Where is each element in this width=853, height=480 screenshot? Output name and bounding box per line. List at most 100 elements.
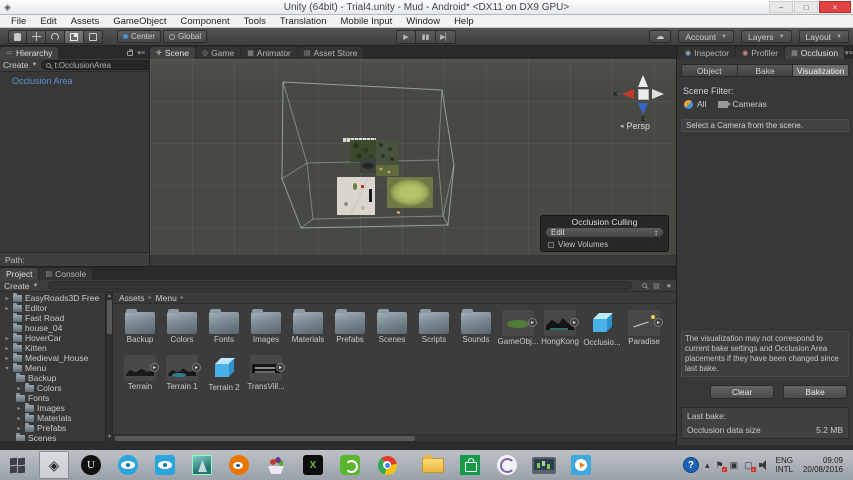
menu-item-assets[interactable]: Assets bbox=[64, 16, 107, 27]
scene-object-dark-quad[interactable] bbox=[360, 158, 376, 173]
asset-folder-backup[interactable]: Backup bbox=[119, 306, 161, 347]
overlay-mode-dropdown[interactable]: Edit↕ bbox=[545, 227, 664, 238]
clear-button[interactable]: Clear bbox=[710, 385, 774, 399]
tree-item[interactable]: ▸Editor bbox=[0, 303, 112, 313]
expand-badge-icon[interactable]: ▸ bbox=[276, 363, 285, 372]
taskbar-unity-button[interactable]: ◈ bbox=[39, 451, 69, 479]
pivot-center-button[interactable]: Center bbox=[117, 30, 161, 43]
move-tool-button[interactable] bbox=[27, 30, 46, 44]
checkbox-icon[interactable] bbox=[548, 242, 554, 248]
tree-item[interactable]: Backup bbox=[0, 373, 112, 383]
tab-asset-store[interactable]: ▤Asset Store bbox=[298, 47, 364, 59]
search-icon[interactable] bbox=[642, 283, 647, 288]
account-dropdown[interactable]: Account▼ bbox=[678, 30, 734, 43]
scroll-up-icon[interactable]: ▲ bbox=[107, 293, 112, 299]
panel-menu-icon[interactable]: ▾≡ bbox=[845, 49, 853, 57]
menu-item-window[interactable]: Window bbox=[399, 16, 447, 27]
scene-object-strip[interactable] bbox=[376, 165, 399, 176]
axis-cube[interactable] bbox=[638, 89, 649, 100]
favorites-icon[interactable]: ★ bbox=[666, 282, 672, 290]
tree-item[interactable]: ▸Medieval_House bbox=[0, 353, 112, 363]
axis-cone-right[interactable] bbox=[652, 89, 664, 99]
layout-dropdown[interactable]: Layout▼ bbox=[799, 30, 849, 43]
tab-occlusion[interactable]: ▦Occlusion bbox=[785, 47, 844, 59]
taskbar-unreal-button[interactable]: U bbox=[76, 451, 106, 479]
tree-item[interactable]: ▸Materials bbox=[0, 413, 112, 423]
menu-item-translation[interactable]: Translation bbox=[273, 16, 334, 27]
axis-y-cone[interactable] bbox=[638, 75, 648, 87]
view-volumes-toggle[interactable]: View Volumes bbox=[548, 240, 668, 249]
asset-model-transvill[interactable]: ▸TransVill... bbox=[245, 351, 287, 392]
project-search-input[interactable] bbox=[48, 281, 632, 290]
step-button[interactable]: ▶▏ bbox=[436, 30, 456, 44]
play-button[interactable]: ▶ bbox=[396, 30, 416, 44]
hierarchy-search-field[interactable] bbox=[54, 61, 164, 70]
tree-item[interactable]: Fast Road bbox=[0, 313, 112, 323]
tree-item[interactable]: ▸Images bbox=[0, 403, 112, 413]
panel-menu-icon[interactable]: ▾≡ bbox=[137, 49, 145, 57]
taskbar-eye-app-1[interactable] bbox=[113, 451, 143, 479]
collapse-arrow-icon[interactable]: ▾ bbox=[4, 365, 10, 372]
taskbar-blender-button[interactable] bbox=[224, 451, 254, 479]
asset-folder-sounds[interactable]: Sounds bbox=[455, 306, 497, 347]
action-center-flag-icon[interactable]: ⚑× bbox=[716, 460, 724, 471]
horizontal-scrollbar[interactable] bbox=[113, 434, 676, 441]
breadcrumb-assets[interactable]: Assets bbox=[119, 293, 145, 303]
taskbar-task-manager[interactable] bbox=[529, 451, 559, 479]
language-indicator[interactable]: ENGINTL bbox=[776, 456, 793, 474]
close-button[interactable]: × bbox=[819, 1, 851, 13]
maximize-button[interactable]: □ bbox=[794, 1, 818, 13]
expand-arrow-icon[interactable]: ▸ bbox=[16, 415, 22, 422]
device-tray-icon[interactable]: ▣ bbox=[730, 460, 739, 471]
rotate-tool-button[interactable] bbox=[46, 30, 65, 44]
asset-folder-materials[interactable]: Materials bbox=[287, 306, 329, 347]
lock-icon[interactable] bbox=[127, 51, 133, 56]
start-button[interactable] bbox=[2, 451, 32, 479]
expand-arrow-icon[interactable]: ▸ bbox=[4, 345, 10, 352]
scene-orientation-gizmo[interactable]: x z ◂Persp bbox=[612, 73, 676, 131]
hierarchy-item-occlusion-area[interactable]: Occlusion Area bbox=[12, 76, 149, 86]
tab-animator[interactable]: ▦Animator bbox=[241, 47, 297, 59]
expand-arrow-icon[interactable]: ▸ bbox=[4, 295, 10, 302]
network-error-icon[interactable]: ▢× bbox=[744, 460, 753, 471]
taskbar-codec-app[interactable]: X bbox=[298, 451, 328, 479]
expand-arrow-icon[interactable]: ▸ bbox=[16, 405, 22, 412]
cloud-services-button[interactable]: ☁ bbox=[649, 30, 672, 43]
minimize-button[interactable]: – bbox=[769, 1, 793, 13]
scene-canvas[interactable]: x z ◂Persp Occlusion Culling Edit↕ View … bbox=[150, 59, 676, 255]
tab-console[interactable]: ▤Console bbox=[39, 268, 92, 280]
perspective-toggle[interactable]: ◂Persp bbox=[620, 121, 650, 131]
mode-object-button[interactable]: Object bbox=[681, 64, 738, 77]
asset-model-hongkong[interactable]: ▸HongKong bbox=[539, 306, 581, 347]
expand-arrow-icon[interactable]: ▸ bbox=[4, 335, 10, 342]
hand-tool-button[interactable] bbox=[8, 30, 27, 44]
asset-folder-colors[interactable]: Colors bbox=[161, 306, 203, 347]
menu-item-edit[interactable]: Edit bbox=[33, 16, 63, 27]
expand-badge-icon[interactable]: ▸ bbox=[570, 318, 579, 327]
expand-badge-icon[interactable]: ▸ bbox=[528, 318, 537, 327]
tab-inspector[interactable]: ◉Inspector bbox=[679, 47, 735, 59]
tree-item[interactable]: house_04 bbox=[0, 323, 112, 333]
menu-item-gameobject[interactable]: GameObject bbox=[106, 16, 173, 27]
menu-item-component[interactable]: Component bbox=[174, 16, 237, 27]
scrollbar-thumb[interactable] bbox=[107, 300, 112, 334]
project-create-button[interactable]: Create▼ bbox=[4, 281, 38, 291]
tab-hierarchy[interactable]: ≔Hierarchy bbox=[0, 47, 58, 59]
taskbar-chrome-button[interactable] bbox=[372, 451, 402, 479]
expand-arrow-icon[interactable]: ▸ bbox=[4, 305, 10, 312]
tree-item[interactable]: Scenes bbox=[0, 433, 112, 441]
pause-button[interactable]: ▮▮ bbox=[416, 30, 436, 44]
menu-item-mobile-input[interactable]: Mobile Input bbox=[334, 16, 400, 27]
scene-object-foliage[interactable] bbox=[376, 140, 398, 165]
asset-model-terrain1[interactable]: ▸Terrain 1 bbox=[161, 351, 203, 392]
asset-folder-fonts[interactable]: Fonts bbox=[203, 306, 245, 347]
taskbar-photos-app[interactable] bbox=[187, 451, 217, 479]
asset-model-terrain[interactable]: ▸Terrain bbox=[119, 351, 161, 392]
menu-item-file[interactable]: File bbox=[4, 16, 33, 27]
filter-all-toggle[interactable]: All bbox=[684, 99, 706, 109]
volume-icon[interactable] bbox=[759, 460, 770, 470]
layers-dropdown[interactable]: Layers▼ bbox=[741, 30, 791, 43]
axis-x-cone[interactable] bbox=[622, 89, 634, 99]
scale-tool-button[interactable] bbox=[65, 30, 84, 44]
tree-item[interactable]: ▸Kitten bbox=[0, 343, 112, 353]
